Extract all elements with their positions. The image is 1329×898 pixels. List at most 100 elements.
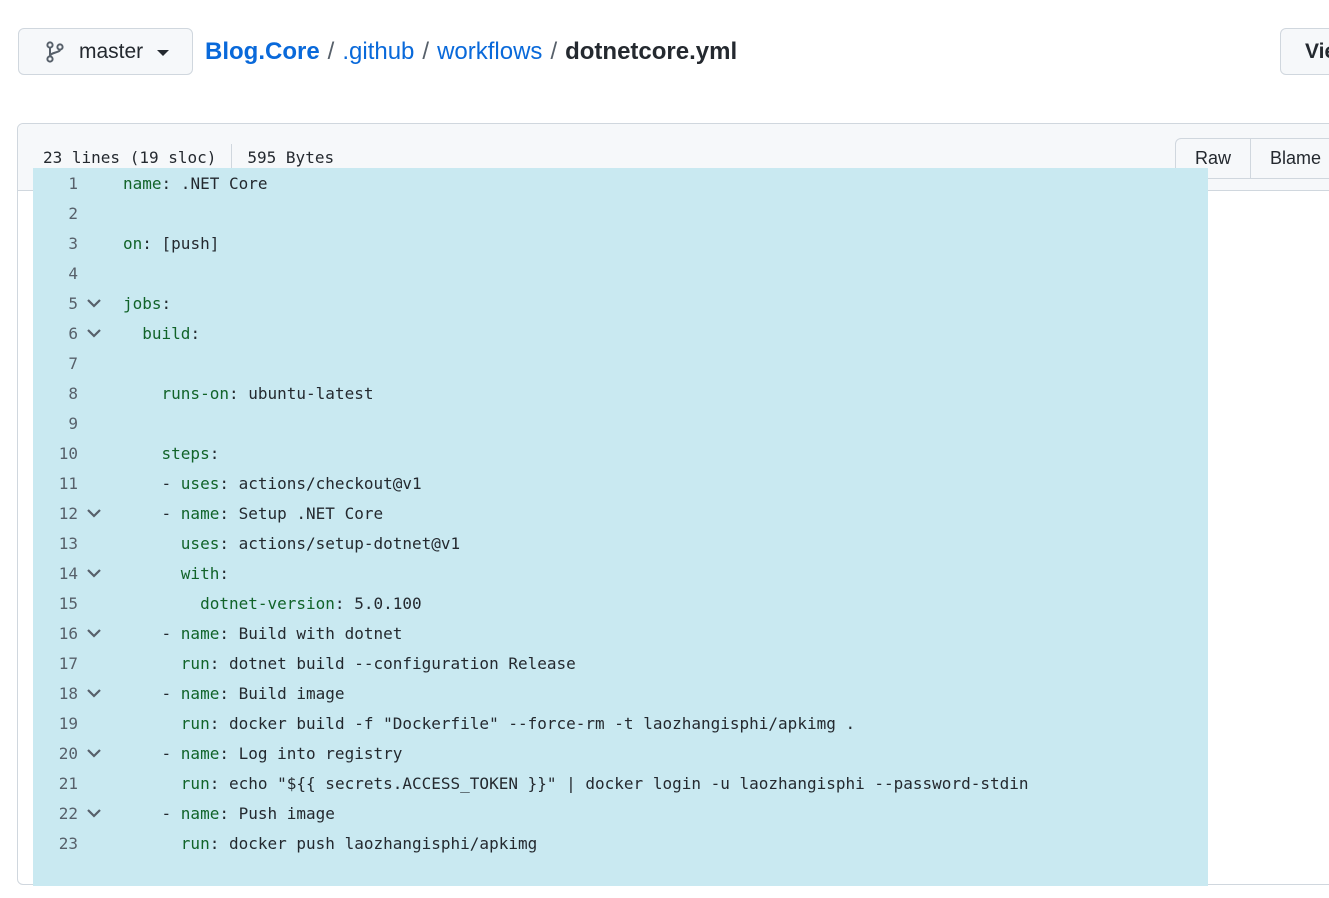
chevron-down-icon[interactable] bbox=[86, 745, 102, 761]
code-area[interactable]: 1 name: .NET Core 2 3 on: [push] 4 5 jobs: 6 bui… bbox=[33, 168, 1208, 886]
code-line: 20 - name: Log into registry bbox=[33, 738, 1208, 768]
breadcrumb-repo-link[interactable]: Blog.Core bbox=[205, 38, 320, 66]
yaml-value: [push] bbox=[151, 233, 220, 253]
breadcrumb-workflows-link[interactable]: workflows bbox=[437, 38, 542, 66]
line-text: on: [push] bbox=[123, 234, 219, 253]
code-line: 5 jobs: bbox=[33, 288, 1208, 318]
line-number[interactable]: 23 bbox=[33, 834, 78, 853]
line-number[interactable]: 12 bbox=[33, 504, 78, 523]
line-text: run: docker build -f "Dockerfile" --forc… bbox=[123, 714, 855, 733]
breadcrumb-separator: / bbox=[550, 38, 558, 65]
line-number[interactable]: 14 bbox=[33, 564, 78, 583]
line-number[interactable]: 17 bbox=[33, 654, 78, 673]
chevron-down-icon[interactable] bbox=[86, 805, 102, 821]
divider bbox=[231, 144, 233, 170]
breadcrumb-separator: / bbox=[327, 38, 335, 65]
line-indent: - bbox=[123, 503, 181, 523]
line-number[interactable]: 15 bbox=[33, 594, 78, 613]
yaml-key: jobs bbox=[123, 293, 162, 313]
branch-select-button[interactable]: master bbox=[18, 28, 193, 75]
yaml-key: name bbox=[180, 503, 220, 523]
line-number[interactable]: 9 bbox=[33, 414, 78, 433]
code-line: 2 bbox=[33, 198, 1208, 228]
chevron-down-icon[interactable] bbox=[86, 565, 102, 581]
line-number[interactable]: 13 bbox=[33, 534, 78, 553]
yaml-value: Setup .NET Core bbox=[228, 503, 384, 523]
line-number[interactable]: 3 bbox=[33, 234, 78, 253]
code-line: 12 - name: Setup .NET Core bbox=[33, 498, 1208, 528]
yaml-key: name bbox=[180, 803, 220, 823]
yaml-value: .NET Core bbox=[171, 173, 268, 193]
code-line: 7 bbox=[33, 348, 1208, 378]
code-line: 17 run: dotnet build --configuration Rel… bbox=[33, 648, 1208, 678]
yaml-key: name bbox=[123, 173, 162, 193]
line-number[interactable]: 4 bbox=[33, 264, 78, 283]
yaml-key: with bbox=[180, 563, 220, 583]
yaml-colon: : bbox=[219, 743, 229, 763]
yaml-value: Push image bbox=[228, 803, 335, 823]
branch-label: master bbox=[79, 39, 144, 63]
git-branch-icon bbox=[45, 40, 65, 63]
file-size: 595 Bytes bbox=[247, 147, 335, 167]
chevron-down-icon[interactable] bbox=[86, 625, 102, 641]
line-number[interactable]: 7 bbox=[33, 354, 78, 373]
breadcrumb-github-link[interactable]: .github bbox=[342, 38, 414, 66]
chevron-down-icon[interactable] bbox=[86, 685, 102, 701]
line-number[interactable]: 19 bbox=[33, 714, 78, 733]
code-line: 23 run: docker push laozhangisphi/apkimg bbox=[33, 828, 1208, 858]
yaml-colon: : bbox=[161, 173, 172, 193]
breadcrumb-separator: / bbox=[422, 38, 430, 65]
line-text: - name: Build image bbox=[123, 684, 345, 703]
line-number[interactable]: 18 bbox=[33, 684, 78, 703]
line-text: run: docker push laozhangisphi/apkimg bbox=[123, 834, 537, 853]
line-number[interactable]: 16 bbox=[33, 624, 78, 643]
code-line: 11 - uses: actions/checkout@v1 bbox=[33, 468, 1208, 498]
line-text: - name: Build with dotnet bbox=[123, 624, 403, 643]
yaml-colon: : bbox=[219, 473, 229, 493]
line-text: jobs: bbox=[123, 294, 171, 313]
line-text: - name: Setup .NET Core bbox=[123, 503, 384, 523]
line-text: run: dotnet build --configuration Releas… bbox=[123, 654, 576, 673]
yaml-key: build bbox=[142, 323, 191, 343]
line-number[interactable]: 8 bbox=[33, 384, 78, 403]
line-number[interactable]: 6 bbox=[33, 324, 78, 343]
yaml-colon: : bbox=[228, 383, 239, 403]
line-number[interactable]: 10 bbox=[33, 444, 78, 463]
yaml-value: actions/setup-dotnet@v1 bbox=[228, 533, 461, 553]
line-number[interactable]: 2 bbox=[33, 204, 78, 223]
yaml-colon: : bbox=[209, 653, 220, 673]
line-number[interactable]: 11 bbox=[33, 474, 78, 493]
yaml-key: run bbox=[180, 773, 210, 793]
line-number[interactable]: 20 bbox=[33, 744, 78, 763]
line-number[interactable]: 5 bbox=[33, 294, 78, 313]
yaml-colon: : bbox=[209, 773, 220, 793]
yaml-key: steps bbox=[161, 443, 210, 463]
line-indent: - bbox=[123, 803, 181, 823]
blame-button[interactable]: Blame bbox=[1251, 138, 1329, 179]
line-text: - name: Push image bbox=[123, 804, 335, 823]
chevron-down-icon bbox=[157, 50, 170, 56]
chevron-down-icon[interactable] bbox=[86, 295, 102, 311]
yaml-colon: : bbox=[209, 713, 220, 733]
line-indent: - bbox=[123, 473, 181, 493]
yaml-key: run bbox=[180, 833, 210, 853]
yaml-key: on bbox=[123, 233, 143, 253]
line-number[interactable]: 22 bbox=[33, 804, 78, 823]
yaml-key: uses bbox=[180, 533, 220, 553]
yaml-colon: : bbox=[190, 323, 201, 343]
chevron-down-icon[interactable] bbox=[86, 505, 102, 521]
code-line: 21 run: echo "${{ secrets.ACCESS_TOKEN }… bbox=[33, 768, 1208, 798]
chevron-down-icon[interactable] bbox=[86, 325, 102, 341]
yaml-colon: : bbox=[219, 503, 229, 523]
yaml-value: docker push laozhangisphi/apkimg bbox=[219, 833, 538, 853]
line-number[interactable]: 21 bbox=[33, 774, 78, 793]
line-number[interactable]: 1 bbox=[33, 174, 78, 193]
code-line: 14 with: bbox=[33, 558, 1208, 588]
view-button[interactable]: Vie bbox=[1280, 28, 1329, 75]
